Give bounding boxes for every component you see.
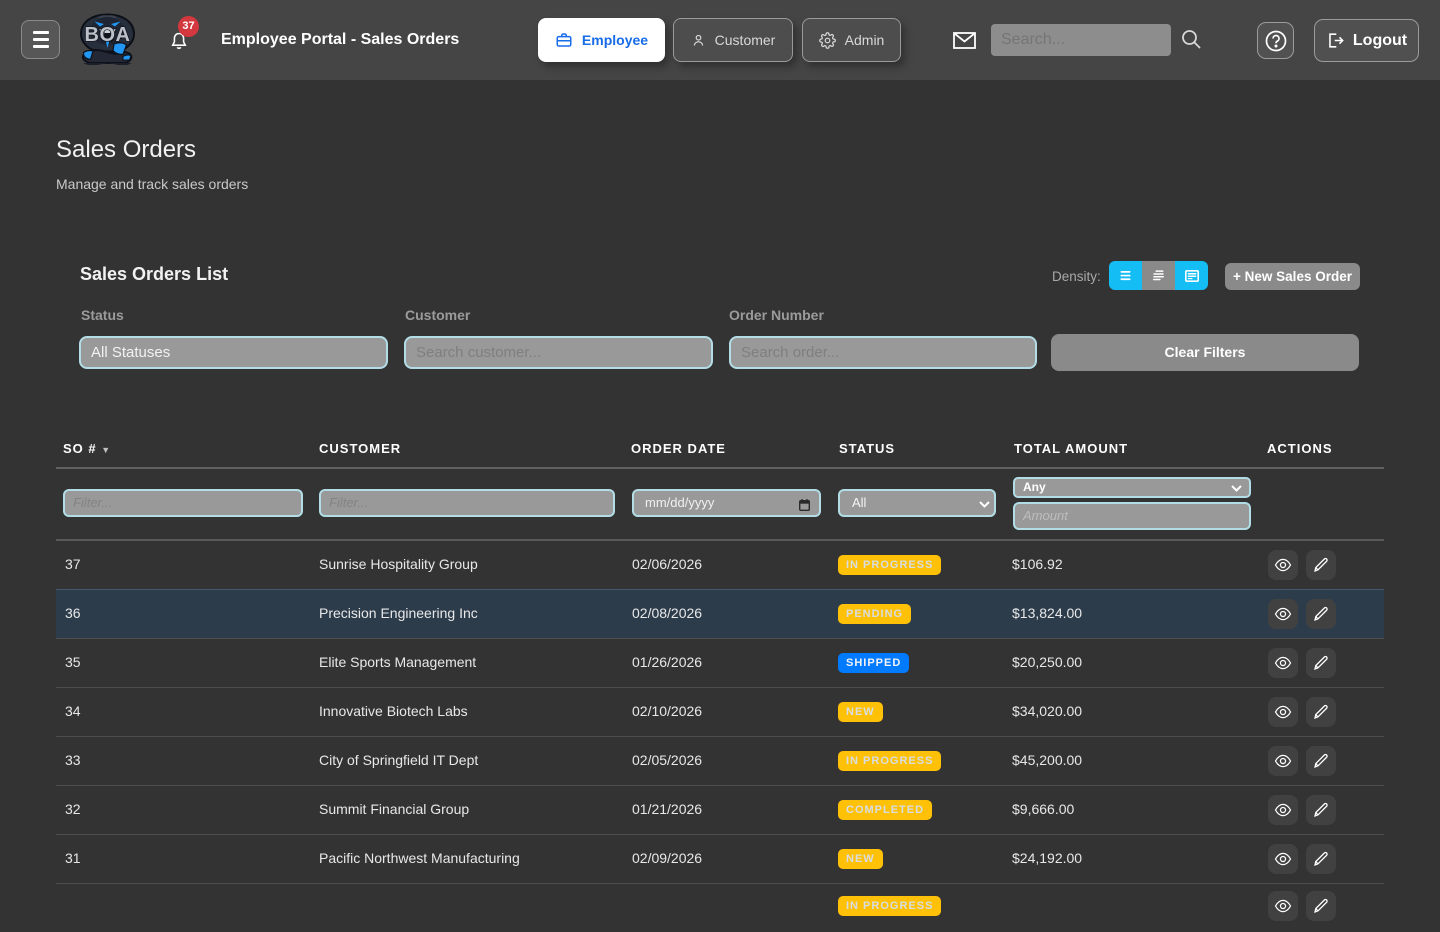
svg-text:BOA: BOA (85, 24, 131, 46)
